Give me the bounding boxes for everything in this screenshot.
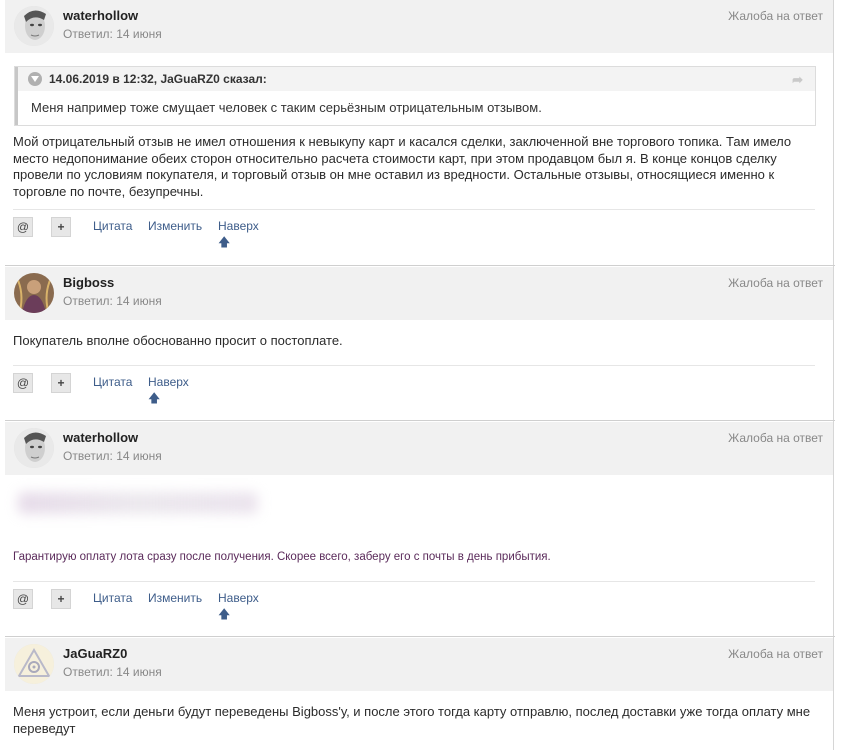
- report-link[interactable]: Жалоба на ответ: [728, 647, 823, 661]
- quote-attribution: 14.06.2019 в 12:32, JaGuaRZ0 сказал:: [49, 72, 267, 86]
- author-name[interactable]: JaGuaRZ0: [63, 646, 127, 661]
- edit-link[interactable]: Изменить: [148, 219, 202, 233]
- post-content: Мой отрицательный отзыв не имел отношени…: [13, 134, 792, 199]
- quote-link[interactable]: Цитата: [93, 219, 132, 233]
- report-link[interactable]: Жалоба на ответ: [728, 9, 823, 23]
- add-button[interactable]: +: [51, 373, 71, 393]
- post-header: waterhollow Ответил: 14 июня Жалоба на о…: [5, 422, 833, 475]
- edit-link[interactable]: Изменить: [148, 591, 202, 605]
- arrow-up-icon: 🡅: [218, 235, 231, 249]
- arrow-up-icon: 🡅: [148, 391, 161, 405]
- post-content: Покупатель вполне обоснованно просит о п…: [13, 333, 343, 348]
- post-3: waterhollow Ответил: 14 июня Жалоба на о…: [5, 422, 833, 475]
- post-divider: [5, 636, 835, 637]
- post-date: Ответил: 14 июня: [63, 449, 162, 463]
- divider: [13, 365, 815, 366]
- post-date: Ответил: 14 июня: [63, 665, 162, 679]
- share-icon[interactable]: ➦: [792, 72, 803, 88]
- avatar[interactable]: [14, 6, 54, 46]
- divider: [13, 581, 815, 582]
- top-link-label: Наверх: [218, 219, 259, 233]
- top-link[interactable]: Наверх 🡅: [218, 219, 259, 254]
- post-header: waterhollow Ответил: 14 июня Жалоба на о…: [5, 0, 833, 53]
- post-4: JaGuaRZ0 Ответил: 14 июня Жалоба на отве…: [5, 638, 833, 691]
- post-1: waterhollow Ответил: 14 июня Жалоба на о…: [5, 0, 833, 53]
- arrow-up-icon: 🡅: [218, 607, 231, 621]
- blurred-content: [18, 492, 258, 514]
- post-date: Ответил: 14 июня: [63, 27, 162, 41]
- post-content: Меня устроит, если деньги будут переведе…: [13, 704, 811, 736]
- post-divider: [5, 420, 835, 421]
- quote-text: Меня например тоже смущает человек с так…: [15, 91, 815, 125]
- top-link-label: Наверх: [218, 591, 259, 605]
- quote-block: 14.06.2019 в 12:32, JaGuaRZ0 сказал: ➦ М…: [14, 66, 816, 126]
- top-link[interactable]: Наверх 🡅: [218, 591, 259, 626]
- post-date: Ответил: 14 июня: [63, 294, 162, 308]
- post-content: Гарантирую оплату лота сразу после получ…: [13, 551, 551, 563]
- post-divider: [5, 265, 835, 266]
- avatar[interactable]: [14, 428, 54, 468]
- mention-button[interactable]: @: [13, 373, 33, 393]
- report-link[interactable]: Жалоба на ответ: [728, 276, 823, 290]
- mention-button[interactable]: @: [13, 217, 33, 237]
- quote-link[interactable]: Цитата: [93, 375, 132, 389]
- top-link-label: Наверх: [148, 375, 189, 389]
- post-header: JaGuaRZ0 Ответил: 14 июня Жалоба на отве…: [5, 638, 833, 691]
- mention-button[interactable]: @: [13, 589, 33, 609]
- top-link[interactable]: Наверх 🡅: [148, 375, 189, 410]
- quote-header: 14.06.2019 в 12:32, JaGuaRZ0 сказал: ➦: [15, 67, 815, 91]
- author-name[interactable]: Bigboss: [63, 275, 114, 290]
- quote-link[interactable]: Цитата: [93, 591, 132, 605]
- add-button[interactable]: +: [51, 217, 71, 237]
- chevron-down-icon[interactable]: [28, 72, 42, 86]
- post-header: Bigboss Ответил: 14 июня Жалоба на ответ: [5, 267, 833, 320]
- author-name[interactable]: waterhollow: [63, 430, 138, 445]
- avatar[interactable]: [14, 644, 54, 684]
- report-link[interactable]: Жалоба на ответ: [728, 431, 823, 445]
- author-name[interactable]: waterhollow: [63, 8, 138, 23]
- post-2: Bigboss Ответил: 14 июня Жалоба на ответ: [5, 267, 833, 320]
- divider: [13, 209, 815, 210]
- page-border: [833, 0, 834, 750]
- add-button[interactable]: +: [51, 589, 71, 609]
- avatar[interactable]: [14, 273, 54, 313]
